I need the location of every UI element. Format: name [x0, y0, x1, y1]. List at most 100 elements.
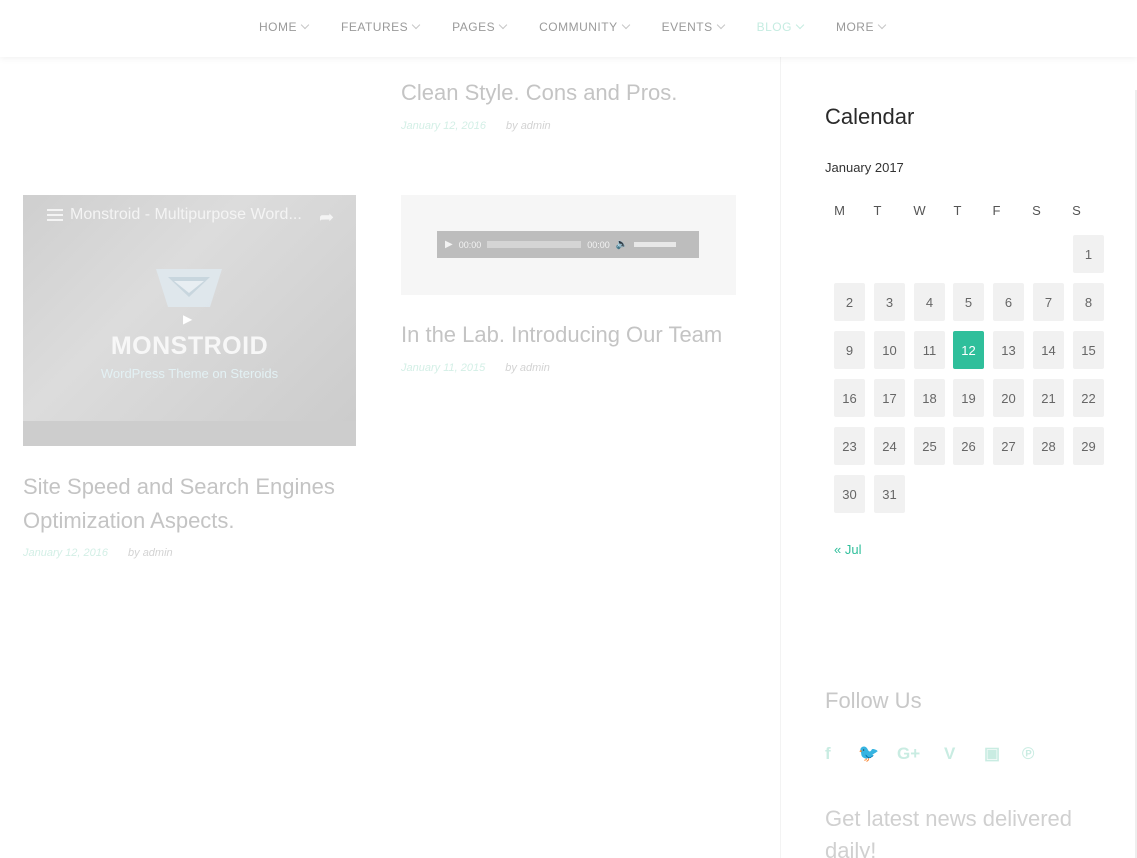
- nav-item-blog[interactable]: BLOG: [756, 20, 805, 34]
- weekday-label: S: [1072, 203, 1081, 218]
- post-title[interactable]: Site Speed and Search Engines Optimizati…: [23, 470, 363, 538]
- calendar-day[interactable]: 29: [1073, 427, 1104, 465]
- calendar-day[interactable]: 9: [834, 331, 865, 369]
- calendar-day[interactable]: 7: [1033, 283, 1064, 321]
- calendar-day-today[interactable]: 12: [953, 331, 984, 369]
- nav-item-events[interactable]: EVENTS: [661, 20, 725, 34]
- post-date[interactable]: January 11, 2015: [401, 362, 485, 374]
- video-title[interactable]: Monstroid - Multipurpose Word...: [70, 206, 302, 224]
- calendar-day[interactable]: 15: [1073, 331, 1104, 369]
- calendar-day[interactable]: 30: [834, 475, 865, 513]
- post-title[interactable]: Clean Style. Cons and Pros.: [401, 76, 677, 110]
- weekday-label: W: [913, 203, 926, 218]
- video-tagline: WordPress Theme on Steroids: [100, 366, 279, 381]
- nav-list: HOME FEATURES PAGES COMMUNITY EVENTS BLO…: [259, 20, 918, 34]
- follow-us-title: Follow Us: [825, 688, 922, 713]
- volume-slider[interactable]: [634, 242, 677, 247]
- calendar-caption: January 2017: [825, 160, 904, 175]
- calendar-day[interactable]: 6: [993, 283, 1024, 321]
- video-controls-bar[interactable]: [23, 421, 356, 446]
- chevron-down-icon: [300, 20, 310, 30]
- calendar-day[interactable]: 24: [874, 427, 905, 465]
- volume-icon[interactable]: 🔈: [616, 239, 628, 250]
- nav-label: FEATURES: [341, 20, 409, 34]
- post-author[interactable]: by admin: [128, 547, 173, 559]
- nav-item-features[interactable]: FEATURES: [341, 20, 421, 34]
- post-meta: January 11, 2015 by admin: [401, 362, 550, 374]
- calendar-day[interactable]: 13: [993, 331, 1024, 369]
- audio-wrapper: ▶ 00:00 00:00 🔈: [401, 195, 736, 295]
- nav-label: MORE: [835, 20, 874, 34]
- weekday-label: M: [834, 203, 845, 218]
- play-icon[interactable]: ▶: [445, 239, 453, 250]
- calendar-day[interactable]: 22: [1073, 379, 1104, 417]
- play-icon[interactable]: ▶: [183, 312, 192, 326]
- chevron-down-icon: [716, 20, 725, 30]
- post-title[interactable]: In the Lab. Introducing Our Team: [401, 318, 722, 352]
- weekday-label: F: [992, 203, 1001, 218]
- calendar-day[interactable]: 18: [914, 379, 945, 417]
- calendar-day[interactable]: 19: [953, 379, 984, 417]
- weekday-label: S: [1032, 203, 1041, 218]
- weekday-label: T: [953, 203, 962, 218]
- calendar-day[interactable]: 21: [1033, 379, 1064, 417]
- vimeo-icon[interactable]: V: [944, 744, 955, 764]
- video-brand: MONSTROID: [110, 332, 269, 360]
- calendar-day[interactable]: 4: [914, 283, 945, 321]
- chevron-down-icon: [411, 20, 421, 30]
- google-plus-icon[interactable]: G+: [897, 744, 920, 764]
- share-icon[interactable]: ➦: [319, 207, 334, 228]
- chevron-down-icon: [795, 20, 805, 30]
- calendar-day[interactable]: 26: [953, 427, 984, 465]
- nav-label: HOME: [259, 20, 297, 34]
- calendar-widget-title: Calendar: [825, 104, 915, 129]
- calendar-day[interactable]: 17: [874, 379, 905, 417]
- nav-item-more[interactable]: MORE: [835, 20, 887, 34]
- video-player[interactable]: Monstroid - Multipurpose Word... ➦ ▶ MON…: [23, 195, 356, 446]
- calendar-day[interactable]: 14: [1033, 331, 1064, 369]
- post-date[interactable]: January 12, 2016: [23, 547, 108, 559]
- calendar-day[interactable]: 5: [953, 283, 984, 321]
- top-navigation: HOME FEATURES PAGES COMMUNITY EVENTS BLO…: [0, 0, 1137, 57]
- nav-item-community[interactable]: COMMUNITY: [539, 20, 630, 34]
- calendar-day[interactable]: 28: [1033, 427, 1064, 465]
- post-date[interactable]: January 12, 2016: [401, 120, 486, 132]
- nav-label: EVENTS: [661, 20, 713, 34]
- chevron-down-icon: [621, 20, 630, 30]
- post-meta: January 12, 2016 by admin: [401, 120, 551, 132]
- calendar-day[interactable]: 20: [993, 379, 1024, 417]
- calendar-day[interactable]: 1: [1073, 235, 1104, 273]
- post-meta: January 12, 2016 by admin: [23, 547, 173, 559]
- calendar-day[interactable]: 10: [874, 331, 905, 369]
- calendar-day[interactable]: 27: [993, 427, 1024, 465]
- youtube-icon[interactable]: ▣: [984, 744, 1000, 764]
- pinterest-icon[interactable]: ℗: [1022, 744, 1035, 764]
- nav-label: BLOG: [756, 20, 792, 34]
- calendar-day[interactable]: 11: [914, 331, 945, 369]
- monstroid-logo-icon: [156, 269, 222, 307]
- calendar-day[interactable]: 16: [834, 379, 865, 417]
- audio-duration: 00:00: [587, 239, 610, 250]
- weekday-label: T: [873, 203, 882, 218]
- nav-item-pages[interactable]: PAGES: [452, 20, 508, 34]
- sidebar-divider: [780, 57, 781, 858]
- chevron-down-icon: [877, 20, 887, 30]
- post-author[interactable]: by admin: [506, 120, 551, 132]
- chevron-down-icon: [498, 20, 508, 30]
- playlist-icon[interactable]: [47, 209, 63, 223]
- calendar-prev-link[interactable]: « Jul: [834, 542, 861, 557]
- calendar-day[interactable]: 23: [834, 427, 865, 465]
- nav-label: COMMUNITY: [539, 20, 618, 34]
- calendar-day[interactable]: 3: [874, 283, 905, 321]
- calendar-day[interactable]: 8: [1073, 283, 1104, 321]
- facebook-icon[interactable]: f: [825, 744, 831, 764]
- calendar-day[interactable]: 31: [874, 475, 905, 513]
- newsletter-title: Get latest news delivered daily!: [825, 806, 1073, 858]
- twitter-icon[interactable]: 🐦: [858, 744, 879, 764]
- audio-player: ▶ 00:00 00:00 🔈: [437, 231, 699, 258]
- nav-item-home[interactable]: HOME: [259, 20, 310, 34]
- calendar-day[interactable]: 25: [914, 427, 945, 465]
- post-author[interactable]: by admin: [505, 362, 550, 374]
- audio-progress-track[interactable]: [487, 241, 582, 248]
- calendar-day[interactable]: 2: [834, 283, 865, 321]
